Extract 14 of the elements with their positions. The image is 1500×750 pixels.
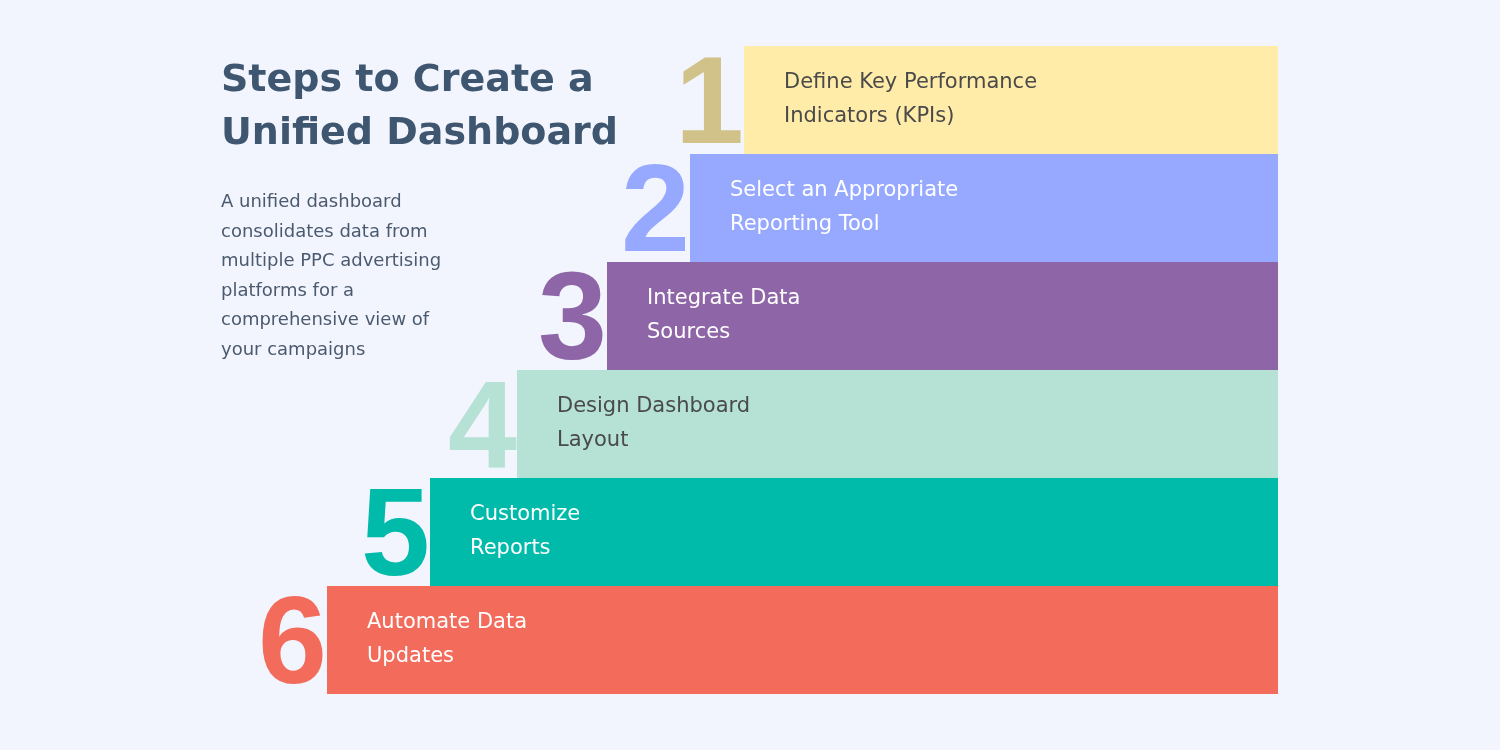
step-number: 3	[538, 266, 607, 366]
step-label: Customize Reports	[470, 500, 581, 561]
step-label: Define Key Performance Indicators (KPIs)	[784, 68, 1038, 129]
heading: Steps to Create a Unified Dashboard	[221, 55, 620, 155]
step-number: 2	[621, 158, 690, 258]
step-number: 1	[675, 50, 744, 150]
step-label: Select an Appropriate Reporting Tool	[730, 176, 959, 237]
step-number: 5	[361, 482, 430, 582]
step-label: Design Dashboard Layout	[557, 392, 751, 453]
step-label: Integrate Data Sources	[647, 284, 801, 345]
step-label: Automate Data Updates	[367, 608, 528, 669]
description-text: A unified dashboard consolidates data from multiple PPC advertising platforms for a comprehensive view of your campaigns	[221, 189, 443, 361]
step-number: 4	[448, 374, 517, 474]
step-number: 6	[258, 590, 327, 690]
